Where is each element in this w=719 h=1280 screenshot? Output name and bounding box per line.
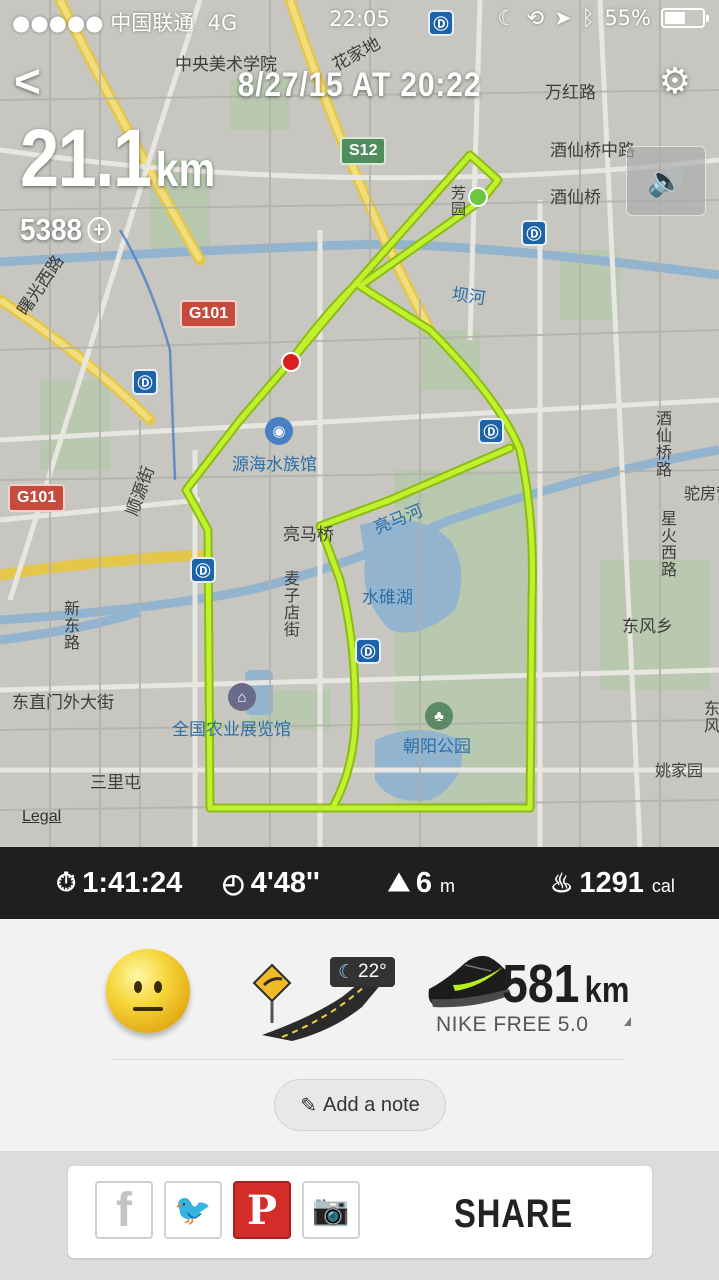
aquarium-poi-icon: ◉	[265, 417, 293, 445]
map-label: 麦子店街	[281, 570, 300, 638]
edit-note-icon: ✎	[300, 1094, 317, 1117]
park-poi-icon: ♣	[425, 702, 453, 730]
pace-stat: ◴ 4'48''	[222, 847, 320, 919]
elevation-value: 6	[415, 866, 432, 899]
map-label: 坝河	[450, 284, 487, 310]
start-marker	[468, 187, 488, 207]
shoe-distance: 581 km	[502, 953, 629, 1015]
moon-icon: ☾	[497, 6, 517, 30]
rotation-lock-icon: ⟲	[526, 6, 545, 30]
moon-icon: ☾	[338, 961, 356, 983]
status-right: ☾ ⟲ ➤ ᛒ 55%	[497, 6, 709, 30]
finish-marker	[281, 352, 301, 372]
bluetooth-icon: ᛒ	[581, 6, 595, 30]
stopwatch-icon: ⏱	[56, 867, 77, 897]
divider	[112, 1059, 624, 1060]
map-label: 亮马桥	[283, 525, 334, 545]
stats-bar: ⏱ 1:41:24 ◴ 4'48'' ⛰ 6 m ♨ 1291 cal	[0, 847, 719, 919]
map-label: 星火西路	[658, 510, 677, 578]
legal-link[interactable]: Legal	[22, 808, 61, 826]
map-label: 东直门外大街	[12, 693, 114, 713]
location-icon: ➤	[554, 6, 572, 30]
mountain-icon: ⛰	[388, 867, 410, 897]
instagram-icon: 📷	[312, 1192, 350, 1228]
map-label: 酒仙桥	[550, 188, 601, 208]
run-detail-screen: 中央美术学院 花家地 万红路 酒仙桥中路 酒仙桥 芳园 坝河 曙光西路 源海水族…	[0, 0, 719, 1280]
map-label: 水碓湖	[362, 588, 413, 608]
road-shield: G101	[8, 484, 66, 512]
map-label: 新东路	[61, 600, 80, 651]
metro-icon: Ⓓ	[132, 369, 158, 395]
pinterest-share-button[interactable]: P	[233, 1181, 291, 1239]
voice-feedback-button[interactable]: 🔊	[626, 146, 706, 216]
distance-value: 21.1	[20, 113, 152, 204]
twitter-share-button[interactable]: 🐦	[164, 1181, 222, 1239]
map-label: 源海水族馆	[232, 455, 317, 475]
metro-icon: Ⓓ	[355, 638, 381, 664]
add-note-label: Add a note	[323, 1093, 420, 1116]
road-shield: S12	[340, 137, 387, 165]
settings-button[interactable]: ⚙	[659, 60, 691, 102]
share-bar: f 🐦 P 📷 SHARE	[0, 1151, 719, 1280]
duration-stat: ⏱ 1:41:24	[56, 847, 182, 919]
elevation-unit: m	[439, 876, 455, 896]
flame-icon: ♨	[550, 867, 574, 898]
pinterest-icon: P	[246, 1186, 278, 1234]
instagram-share-button[interactable]: 📷	[302, 1181, 360, 1239]
distance-unit: km	[155, 144, 216, 197]
run-distance: 21.1 km	[20, 112, 215, 206]
metro-icon: Ⓓ	[478, 418, 504, 444]
nikefuel-value: 5388	[20, 212, 83, 247]
shoe-distance-value: 581	[502, 954, 580, 1014]
back-button[interactable]: <	[14, 58, 41, 104]
chevron-left-icon: <	[14, 55, 41, 107]
map-label: 全国农业展览馆	[172, 720, 291, 740]
map-label: 三里屯	[90, 773, 141, 793]
calories-stat: ♨ 1291 cal	[550, 847, 675, 919]
metro-icon: Ⓓ	[190, 557, 216, 583]
map-label: 东风乡	[622, 617, 673, 637]
run-details-panel: ☾ 22° 581 km NIKE FREE 5.0 ✎ Add a note	[0, 919, 719, 1151]
museum-poi-icon: ⌂	[228, 683, 256, 711]
facebook-share-button[interactable]: f	[95, 1181, 153, 1239]
add-note-button[interactable]: ✎ Add a note	[274, 1079, 446, 1131]
twitter-icon: 🐦	[174, 1192, 212, 1228]
map-label: 芳园	[449, 185, 467, 217]
map-label: 东风	[701, 700, 719, 734]
shoe-distance-unit: km	[584, 969, 630, 1010]
map-label: 酒仙桥中路	[550, 141, 635, 161]
speaker-icon: 🔊	[647, 164, 685, 198]
facebook-icon: f	[116, 1183, 132, 1237]
weather-temp: 22°	[358, 961, 387, 982]
run-date-title: 8/27/15 AT 20:22	[237, 66, 482, 104]
pace-value: 4'48''	[250, 866, 320, 899]
map-label: 姚家园	[655, 761, 704, 780]
battery-percent: 55%	[604, 6, 651, 30]
gear-icon: ⚙	[658, 60, 691, 101]
shoe-name[interactable]: NIKE FREE 5.0	[436, 1013, 588, 1037]
nikefuel[interactable]: 5388 +	[20, 212, 111, 248]
elevation-stat: ⛰ 6 m	[388, 847, 455, 919]
dropdown-arrow-icon[interactable]	[624, 1017, 631, 1026]
weather-badge: ☾ 22°	[330, 957, 395, 987]
road-shield: G101	[180, 300, 238, 328]
share-card: f 🐦 P 📷 SHARE	[68, 1166, 652, 1258]
share-button[interactable]: SHARE	[454, 1192, 573, 1237]
map-label: 朝阳公园	[403, 737, 471, 757]
map-label: 驼房营	[684, 484, 719, 503]
calories-value: 1291	[579, 866, 644, 899]
calories-unit: cal	[651, 876, 675, 896]
map-label: 酒仙桥路	[653, 410, 672, 478]
duration-value: 1:41:24	[82, 866, 183, 899]
status-bar: ●●●●● 中国联通 4G 22:05 ☾ ⟲ ➤ ᛒ 55%	[0, 0, 719, 40]
speedometer-icon: ◴	[222, 867, 245, 898]
neutral-face-icon[interactable]	[106, 949, 190, 1033]
plus-icon: +	[87, 217, 111, 243]
metro-icon: Ⓓ	[521, 220, 547, 246]
battery-icon	[661, 8, 709, 28]
